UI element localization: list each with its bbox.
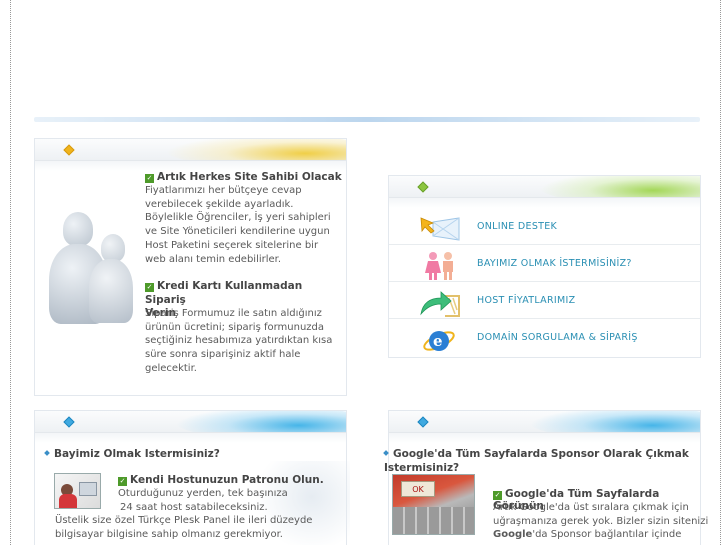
google-title: Google'da Tüm Sayfalarda Sponsor Olarak …: [383, 448, 689, 475]
google-line: uğraşmanıza gerek yok. Bizler sizin site…: [493, 515, 709, 527]
reseller-line: 24 saat host satabileceksiniz.: [120, 501, 268, 513]
item1-line: verebilecek şekilde ayarladık.: [145, 198, 294, 210]
bullet-icon: [383, 450, 389, 456]
item2-line: ürünün ücretini; sipariş formunuzda: [145, 321, 325, 333]
google-line: Google'da Sponsor bağlantılar içinde: [493, 528, 723, 542]
google-line-rest: 'da Sponsor bağlantılar içinde: [532, 529, 682, 541]
header-divider: [34, 117, 700, 122]
menu-item-label[interactable]: DOMAİN SORGULAMA & SİPARİŞ: [477, 332, 638, 343]
header-swoosh-decoration: [165, 139, 346, 160]
reseller-indented-text: Oturduğunuz yerden, tek başınıza 24 saat…: [118, 487, 288, 514]
item2-text: Sipariş Formumuz ile satın aldığınız ürü…: [145, 307, 332, 376]
item1-line: Böylelikle Öğrenciler, İş yeri sahipleri: [145, 212, 331, 224]
menu-panel: ONLINE DESTEK BAYIMIZ OLMAK İSTERMİSİNİZ…: [388, 175, 701, 358]
checkmark-icon: ✓: [118, 477, 127, 486]
reseller-text: Üstelik size özel Türkçe Plesk Panel ile…: [55, 514, 312, 541]
reseller-subtitle-text: Kendi Hostunuzun Patronu Olun.: [130, 474, 324, 486]
item1-title: ✓ Artık Herkes Site Sahibi Olacak: [145, 171, 342, 183]
header-shadow: [389, 198, 700, 208]
item1-line: Fiyatlarımızı her bütçeye cevap: [145, 185, 302, 196]
menu-item-host-fiyatlari[interactable]: HOST FİYATLARIMIZ: [389, 282, 700, 319]
diamond-icon: [417, 416, 429, 428]
checkmark-icon: ✓: [145, 283, 154, 292]
item1-line: web alanı temin edebilirler.: [145, 253, 282, 265]
menu-item-label[interactable]: HOST FİYATLARIMIZ: [477, 295, 575, 306]
people-icon: [419, 251, 459, 280]
item1-line: Host Paketini seçerek sitelerine bir: [145, 239, 319, 251]
item2-line: Sipariş Formumuz ile satın aldığınız: [145, 308, 322, 319]
item2-title-text: Kredi Kartı Kullanmadan Sipariş: [145, 280, 303, 306]
arrow-cursor-icon: [419, 214, 460, 241]
menu-item-domain-sorgulama[interactable]: e DOMAİN SORGULAMA & SİPARİŞ: [389, 319, 700, 356]
reseller-title: Bayimiz Olmak Istermisiniz?: [44, 448, 220, 460]
item1-title-text: Artık Herkes Site Sahibi Olacak: [157, 171, 342, 183]
google-panel-header: [389, 411, 700, 433]
menu-item-bayimiz-olmak[interactable]: BAYIMIZ OLMAK İSTERMİSİNİZ?: [389, 245, 700, 282]
users-silhouette-icon: [41, 204, 141, 334]
header-shadow: [35, 433, 346, 443]
reseller-subtitle: ✓ Kendi Hostunuzun Patronu Olun.: [118, 474, 324, 486]
google-bold-word: Google: [493, 529, 533, 541]
reseller-line: Oturduğunuz yerden, tek başınıza: [118, 488, 288, 499]
diamond-icon: [63, 416, 75, 428]
reseller-panel: Bayimiz Olmak Istermisiniz? ✓ Kendi Hostu…: [34, 410, 350, 545]
menu-panel-header: [389, 176, 700, 198]
green-arrow-icon: [419, 288, 460, 317]
menu-item-label[interactable]: BAYIMIZ OLMAK İSTERMİSİNİZ?: [477, 258, 632, 269]
keyboard-ok-photo: OK: [392, 474, 475, 535]
item1-text: Fiyatlarımızı her bütçeye cevap verebile…: [145, 184, 331, 266]
page-frame-left: [10, 0, 11, 545]
item1-line: ve Site Yöneticileri kendilerine uygun: [145, 226, 330, 238]
header-swoosh-decoration: [529, 411, 700, 432]
reseller-line: bilgisayar bilgisine sahip olmanız gerek…: [55, 528, 283, 540]
checkmark-icon: ✓: [145, 174, 154, 183]
checkmark-icon: ✓: [493, 491, 502, 500]
google-text: Artık Google'da üst sıralara çıkmak için…: [493, 501, 723, 542]
svg-text:e: e: [433, 332, 443, 350]
item2-line: seçtiğiniz hesabımıza yatırdıktan kısa: [145, 335, 333, 347]
diamond-icon: [63, 144, 75, 156]
internet-explorer-icon: e: [419, 325, 459, 351]
google-title-text: Google'da Tüm Sayfalarda Sponsor Olarak …: [393, 448, 689, 460]
reseller-title-text: Bayimiz Olmak Istermisiniz?: [54, 448, 220, 460]
menu-item-online-destek[interactable]: ONLINE DESTEK: [389, 208, 700, 245]
header-shadow: [389, 433, 700, 443]
reseller-panel-header: [35, 411, 346, 433]
header-swoosh-decoration: [539, 176, 700, 197]
diamond-icon: [417, 181, 429, 193]
item2-line: gelecektir.: [145, 362, 197, 374]
ok-key-text: OK: [401, 481, 435, 497]
reseller-line: Üstelik size özel Türkçe Plesk Panel ile…: [55, 515, 313, 526]
info-panel: ✓ Artık Herkes Site Sahibi Olacak Fiyatla…: [34, 138, 347, 396]
info-panel-header: [35, 139, 346, 161]
bullet-icon: [44, 450, 50, 456]
menu-item-label[interactable]: ONLINE DESTEK: [477, 221, 557, 232]
google-sponsor-panel: Google'da Tüm Sayfalarda Sponsor Olarak …: [383, 410, 708, 545]
page-frame-right: [720, 0, 721, 545]
header-swoosh-decoration: [175, 411, 346, 432]
google-title-text: Istermisiniz?: [384, 461, 460, 474]
header-shadow: [35, 161, 346, 171]
item2-line: süre sonra siparişiniz aktif hale: [145, 349, 301, 361]
woman-at-computer-photo: [54, 473, 101, 509]
google-line: Artık Google'da üst sıralara çıkmak için: [493, 502, 689, 513]
